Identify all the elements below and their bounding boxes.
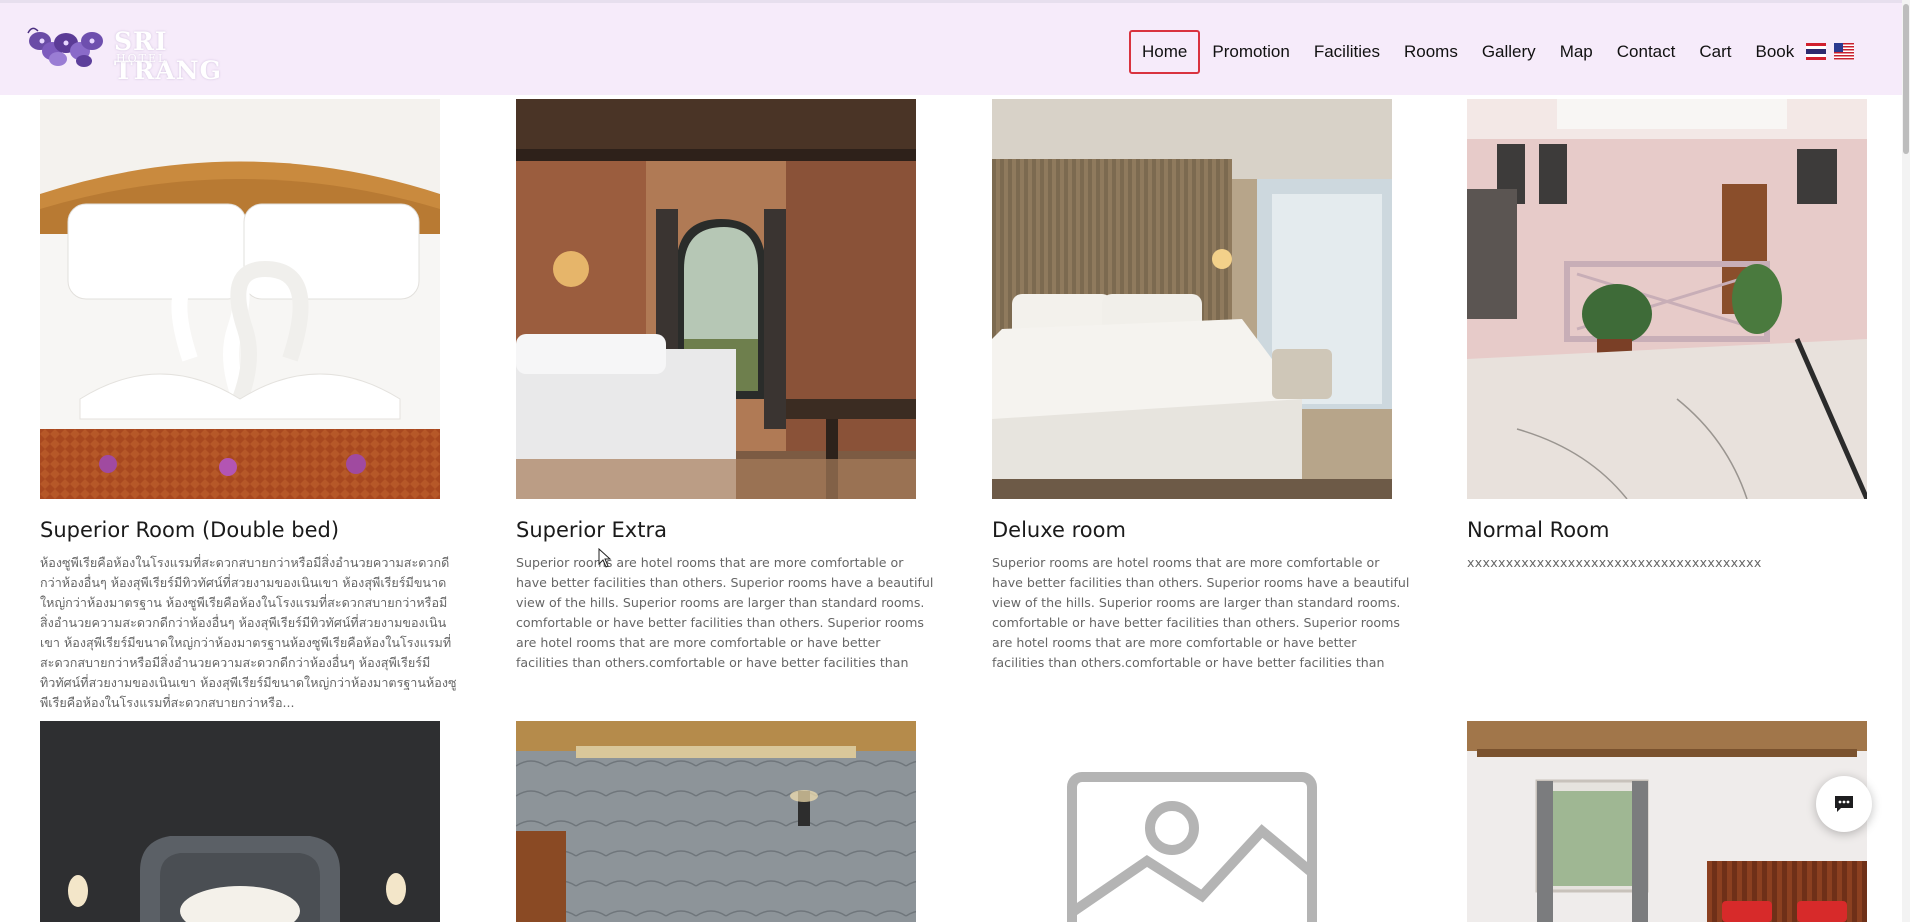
room-description: Superior rooms are hotel rooms that are … bbox=[516, 555, 934, 670]
nav-home[interactable]: Home bbox=[1129, 30, 1201, 74]
page-scrollbar[interactable] bbox=[1902, 0, 1910, 922]
deluxe-bedroom-photo[interactable] bbox=[992, 99, 1392, 499]
room-title[interactable]: Superior Extra bbox=[516, 518, 667, 542]
room-title[interactable]: Deluxe room bbox=[992, 518, 1126, 542]
stone-wall-room-photo[interactable] bbox=[516, 721, 916, 922]
nav-book[interactable]: Book bbox=[1743, 30, 1806, 74]
site-header: SRI TRANG HOTEL Home Promotion Facilitie… bbox=[0, 0, 1910, 95]
hallway-atrium-photo[interactable] bbox=[1467, 99, 1867, 499]
nav-rooms[interactable]: Rooms bbox=[1392, 30, 1470, 74]
chat-bubble-icon bbox=[1835, 796, 1853, 812]
hotel-logo[interactable]: SRI TRANG HOTEL bbox=[22, 21, 252, 85]
wooden-headboard-room-photo[interactable] bbox=[1467, 721, 1867, 922]
placeholder-image-icon bbox=[992, 721, 1392, 922]
dark-headboard-room-photo[interactable] bbox=[40, 721, 440, 922]
nav-promotion[interactable]: Promotion bbox=[1200, 30, 1301, 74]
room-title[interactable]: Normal Room bbox=[1467, 518, 1609, 542]
chat-button[interactable] bbox=[1816, 776, 1872, 832]
orchid-flowers-icon bbox=[27, 27, 103, 67]
nav-map[interactable]: Map bbox=[1548, 30, 1605, 74]
us-flag-icon[interactable] bbox=[1834, 43, 1854, 60]
room-description: Superior rooms are hotel rooms that are … bbox=[992, 555, 1410, 670]
towel-swans-bed-photo[interactable] bbox=[40, 99, 440, 499]
main-nav: Home Promotion Facilities Rooms Gallery … bbox=[1129, 30, 1806, 74]
room-title[interactable]: Superior Room (Double bed) bbox=[40, 518, 339, 542]
loft-bedroom-photo[interactable] bbox=[516, 99, 916, 499]
scrollbar-thumb[interactable] bbox=[1903, 4, 1909, 154]
room-description: ห้องซูพีเรียคือห้องในโรงแรมที่สะดวกสบายก… bbox=[40, 555, 457, 710]
nav-contact[interactable]: Contact bbox=[1605, 30, 1688, 74]
thai-flag-icon[interactable] bbox=[1806, 43, 1826, 60]
nav-cart[interactable]: Cart bbox=[1687, 30, 1743, 74]
mouse-cursor-icon bbox=[598, 548, 612, 568]
room-description: xxxxxxxxxxxxxxxxxxxxxxxxxxxxxxxxxxxxxx bbox=[1467, 555, 1762, 570]
nav-gallery[interactable]: Gallery bbox=[1470, 30, 1548, 74]
nav-facilities[interactable]: Facilities bbox=[1302, 30, 1392, 74]
brand-subtitle: HOTEL bbox=[116, 52, 168, 65]
